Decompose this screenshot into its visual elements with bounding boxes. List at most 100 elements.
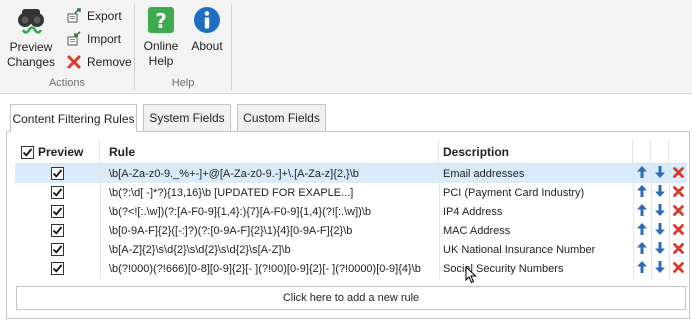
column-divider <box>100 164 101 279</box>
help-group-label: Help <box>171 77 195 89</box>
select-all-checkbox[interactable] <box>21 145 34 159</box>
table-row[interactable]: \b[A-Za-z0-9._%+-]+@[A-Za-z0-9.-]+\.[A-Z… <box>15 164 687 183</box>
rules-panel: Preview Rule Description \b[A-Za-z0-9._%… <box>6 131 690 319</box>
move-up-button[interactable] <box>635 242 649 257</box>
description-cell[interactable]: UK National Insurance Number <box>439 240 633 259</box>
description-column-header[interactable]: Description <box>439 140 633 164</box>
preview-checkbox[interactable] <box>51 205 64 218</box>
preview-cell <box>15 164 100 183</box>
description-text: PCI (Payment Card Industry) <box>443 186 585 199</box>
delete-rule-button[interactable] <box>671 242 685 257</box>
move-down-button[interactable] <box>653 204 667 219</box>
actions-group-label: Actions <box>48 77 86 89</box>
description-text: Email addresses <box>443 167 525 180</box>
tab-label: Custom Fields <box>243 111 320 125</box>
rule-cell[interactable]: \b[A-Za-z0-9._%+-]+@[A-Za-z0-9.-]+\.[A-Z… <box>100 164 439 183</box>
arrow-down-icon <box>654 203 666 220</box>
description-cell[interactable]: Email addresses <box>439 164 633 183</box>
ribbon-toolbar: Preview Changes Export Import Remove Act… <box>0 0 692 94</box>
description-cell[interactable]: MAC Address <box>439 221 633 240</box>
move-up-button[interactable] <box>635 166 649 181</box>
delete-rule-button[interactable] <box>671 204 685 219</box>
preview-checkbox[interactable] <box>51 224 64 237</box>
move-up-button[interactable] <box>635 185 649 200</box>
move-down-button[interactable] <box>653 223 667 238</box>
rule-cell[interactable]: \b(?:\d[ -]*?){13,16}\b [UPDATED FOR EXA… <box>100 183 439 202</box>
help-question-icon: ? <box>146 5 176 35</box>
arrow-up-icon <box>636 184 648 201</box>
delete-rule-button[interactable] <box>671 185 685 200</box>
remove-button[interactable]: Remove <box>66 52 132 72</box>
description-cell[interactable]: IP4 Address <box>439 202 633 221</box>
rule-column-label: Rule <box>109 145 136 159</box>
description-text: Social Security Numbers <box>443 262 564 275</box>
move-down-button[interactable] <box>653 242 667 257</box>
about-label: About <box>191 39 223 53</box>
import-label: Import <box>87 32 122 46</box>
arrow-up-icon <box>636 222 648 239</box>
preview-cell <box>15 202 100 221</box>
grid-header: Preview Rule Description <box>15 140 687 164</box>
move-up-button[interactable] <box>635 223 649 238</box>
online-help-button[interactable]: ? Online Help <box>141 5 181 69</box>
preview-checkbox[interactable] <box>51 262 64 275</box>
export-label: Export <box>87 9 122 23</box>
preview-checkbox[interactable] <box>51 243 64 256</box>
description-text: IP4 Address <box>443 205 503 218</box>
preview-column-header[interactable]: Preview <box>15 140 100 164</box>
remove-x-icon <box>66 54 82 70</box>
ribbon-divider <box>231 4 232 90</box>
table-row[interactable]: \b(?!000)(?!666)[0-8][0-9]{2}[- ](?!00)[… <box>15 259 687 278</box>
preview-changes-label: Preview Changes <box>6 40 56 69</box>
move-down-button[interactable] <box>653 166 667 181</box>
delete-rule-button[interactable] <box>671 261 685 276</box>
column-divider <box>439 164 440 279</box>
mouse-cursor-icon <box>465 265 477 287</box>
delete-rule-button[interactable] <box>671 223 685 238</box>
column-divider <box>633 164 634 279</box>
import-button[interactable]: Import <box>66 29 121 49</box>
about-button[interactable]: About <box>187 5 227 54</box>
rules-grid: Preview Rule Description \b[A-Za-z0-9._%… <box>15 140 687 279</box>
table-row[interactable]: \b(?:\d[ -]*?){13,16}\b [UPDATED FOR EXA… <box>15 183 687 202</box>
column-header-spacer <box>633 140 651 164</box>
tab-content-filtering-rules[interactable]: Content Filtering Rules <box>10 104 137 132</box>
column-header-spacer <box>669 140 687 164</box>
export-button[interactable]: Export <box>66 6 122 26</box>
table-row[interactable]: \b[0-9A-F]{2}([-:]?)(?:[0-9A-F]{2}\1){4}… <box>15 221 687 240</box>
description-text: MAC Address <box>443 224 511 237</box>
remove-label: Remove <box>87 55 132 69</box>
preview-checkbox[interactable] <box>51 186 64 199</box>
table-row[interactable]: \b[A-Z]{2}\s\d{2}\s\d{2}\s\d{2}\s[A-Z]\b… <box>15 240 687 259</box>
rule-column-header[interactable]: Rule <box>100 140 439 164</box>
tab-label: System Fields <box>149 111 225 125</box>
move-up-button[interactable] <box>635 204 649 219</box>
delete-x-icon <box>672 166 685 182</box>
description-cell[interactable]: PCI (Payment Card Industry) <box>439 183 633 202</box>
rule-cell[interactable]: \b(?<![:.\w])(?:[A-F0-9]{1,4}:){7}[A-F0-… <box>100 202 439 221</box>
move-down-button[interactable] <box>653 261 667 276</box>
preview-cell <box>15 259 100 278</box>
delete-x-icon <box>672 204 685 220</box>
move-up-button[interactable] <box>635 261 649 276</box>
rule-text: \b[0-9A-F]{2}([-:]?)(?:[0-9A-F]{2}\1){4}… <box>109 224 353 237</box>
preview-cell <box>15 183 100 202</box>
rule-cell[interactable]: \b[A-Z]{2}\s\d{2}\s\d{2}\s\d{2}\s[A-Z]\b <box>100 240 439 259</box>
column-divider <box>651 164 652 279</box>
delete-x-icon <box>672 261 685 277</box>
export-icon <box>66 8 82 24</box>
rule-cell[interactable]: \b(?!000)(?!666)[0-8][0-9]{2}[- ](?!00)[… <box>100 259 439 278</box>
main-content: Content Filtering Rules System Fields Cu… <box>0 95 692 321</box>
rule-cell[interactable]: \b[0-9A-F]{2}([-:]?)(?:[0-9A-F]{2}\1){4}… <box>100 221 439 240</box>
delete-rule-button[interactable] <box>671 166 685 181</box>
add-rule-button[interactable]: Click here to add a new rule <box>16 286 686 310</box>
arrow-down-icon <box>654 165 666 182</box>
preview-changes-button[interactable]: Preview Changes <box>6 5 56 70</box>
arrow-down-icon <box>654 222 666 239</box>
move-down-button[interactable] <box>653 185 667 200</box>
table-row[interactable]: \b(?<![:.\w])(?:[A-F0-9]{1,4}:){7}[A-F0-… <box>15 202 687 221</box>
preview-checkbox[interactable] <box>51 167 64 180</box>
tab-system-fields[interactable]: System Fields <box>143 104 231 131</box>
tab-custom-fields[interactable]: Custom Fields <box>237 104 326 131</box>
grid-body: \b[A-Za-z0-9._%+-]+@[A-Za-z0-9.-]+\.[A-Z… <box>15 164 687 278</box>
